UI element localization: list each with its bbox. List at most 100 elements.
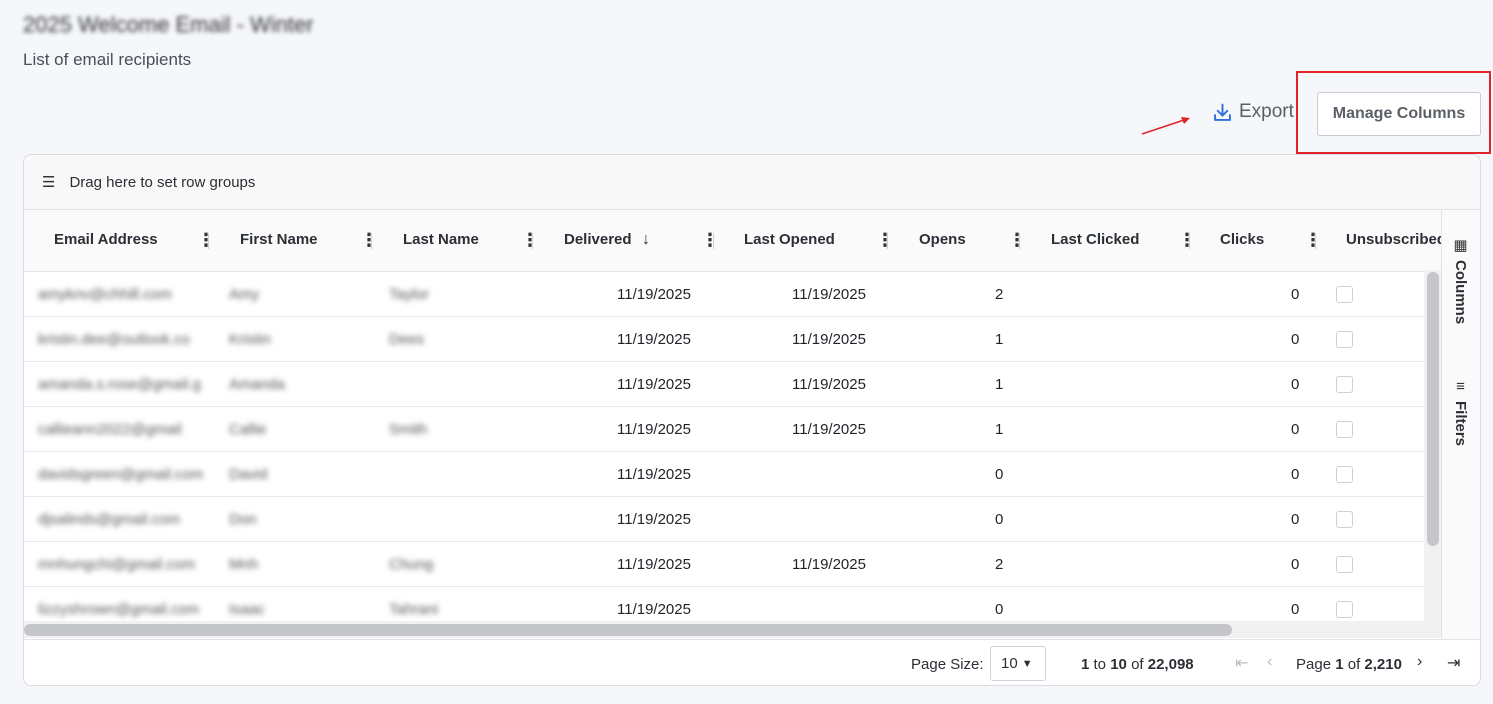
cell-opens: 1 (995, 376, 1004, 393)
side-panel: ▦ Columns ≡ Filters (1441, 210, 1480, 639)
horizontal-scrollbar-thumb[interactable] (24, 624, 1232, 636)
cell-first-name: Mnh (229, 556, 259, 573)
page-size-value: 10 (1001, 655, 1018, 672)
data-grid: ☰ Drag here to set row groups Email Addr… (23, 154, 1481, 686)
column-menu-icon[interactable]: ⋮ (521, 228, 538, 252)
vertical-scrollbar-thumb[interactable] (1427, 272, 1439, 546)
row-range-summary: 1 to 10 of 22,098 (1081, 656, 1194, 673)
last-page-icon[interactable]: ⇥ (1447, 653, 1460, 673)
cell-email: amanda.s.rose@gmail.g (38, 376, 201, 393)
column-header-last-name[interactable]: Last Name ⋮ (375, 210, 538, 272)
unsubscribed-checkbox[interactable] (1336, 286, 1353, 303)
column-header-clicks[interactable]: Clicks ⋮ (1194, 210, 1320, 272)
table-row[interactable]: amyknv@chhill.com Amy Taylor 11/19/2025 11/1… (24, 272, 1424, 317)
cell-delivered: 11/19/2025 (617, 331, 691, 348)
table-row[interactable]: djsalinds@gmail.com Don 11/19/2025 0 0 (24, 497, 1424, 542)
cell-opens: 1 (995, 421, 1004, 438)
side-tab-filters[interactable]: ≡ Filters (1452, 378, 1469, 446)
cell-first-name: Don (229, 511, 257, 528)
sort-descending-icon: ↓ (642, 231, 650, 248)
table-row[interactable]: kristin.dee@outlook.co Kristin Dees 11/19/2… (24, 317, 1424, 362)
column-header-label: Last Opened (744, 231, 835, 248)
cell-email: lizzyshrown@gmail.com (38, 601, 200, 618)
column-menu-icon[interactable]: ⋮ (1178, 228, 1194, 252)
cell-delivered: 11/19/2025 (617, 286, 691, 303)
next-page-icon[interactable]: › (1417, 653, 1422, 671)
cell-delivered: 11/19/2025 (617, 421, 691, 438)
cell-opens: 0 (995, 466, 1004, 483)
previous-page-icon[interactable]: ‹ (1267, 653, 1272, 671)
annotation-arrow (1141, 117, 1190, 135)
column-header-delivered[interactable]: Delivered ↓ ⋮ (538, 210, 718, 272)
column-header-unsubscribed[interactable]: Unsubscribed (1320, 210, 1441, 272)
column-header-label: Last Name (403, 231, 479, 248)
column-resize-handle[interactable] (208, 233, 209, 249)
cell-first-name: Callie (229, 421, 267, 438)
side-tab-columns-label: Columns (1452, 260, 1469, 325)
cell-delivered: 11/19/2025 (617, 556, 691, 573)
column-menu-icon[interactable]: ⋮ (360, 228, 375, 252)
column-header-first-name[interactable]: First Name ⋮ (212, 210, 375, 272)
column-header-email[interactable]: Email Address ⋮ (24, 210, 212, 272)
cell-last-opened: 11/19/2025 (792, 331, 866, 348)
column-header-label: Unsubscribed (1346, 231, 1441, 248)
column-header-label: Opens (919, 231, 966, 248)
cell-email: amyknv@chhill.com (38, 286, 172, 303)
cell-opens: 0 (995, 511, 1004, 528)
table-row[interactable]: amanda.s.rose@gmail.g Amanda 11/19/2025 11/… (24, 362, 1424, 407)
cell-clicks: 0 (1291, 466, 1300, 483)
column-header-opens[interactable]: Opens ⋮ (892, 210, 1023, 272)
column-menu-icon[interactable]: ⋮ (1304, 228, 1320, 252)
cell-email: davidsgreen@gmail.com (38, 466, 204, 483)
filter-icon: ≡ (1456, 378, 1465, 395)
page-title: 2025 Welcome Email - Winter (23, 12, 314, 37)
column-resize-handle[interactable] (1315, 233, 1316, 249)
cell-opens: 1 (995, 331, 1004, 348)
unsubscribed-checkbox[interactable] (1336, 556, 1353, 573)
vertical-scrollbar[interactable] (1424, 270, 1441, 638)
cell-clicks: 0 (1291, 376, 1300, 393)
column-header-last-clicked[interactable]: Last Clicked ⋮ (1023, 210, 1194, 272)
unsubscribed-checkbox[interactable] (1336, 511, 1353, 528)
page-indicator: Page 1 of 2,210 (1296, 656, 1402, 673)
cell-delivered: 11/19/2025 (617, 511, 691, 528)
column-header-last-opened[interactable]: Last Opened ⋮ (718, 210, 892, 272)
unsubscribed-checkbox[interactable] (1336, 376, 1353, 393)
column-resize-handle[interactable] (713, 233, 714, 249)
row-group-drop-zone[interactable]: ☰ Drag here to set row groups (24, 155, 1480, 210)
table-row[interactable]: callieann2022@gmail Callie Smith 11/19/2025… (24, 407, 1424, 452)
cell-first-name: David (229, 466, 268, 483)
column-header-label: Email Address (54, 231, 158, 248)
unsubscribed-checkbox[interactable] (1336, 331, 1353, 348)
horizontal-scrollbar[interactable] (24, 621, 1424, 638)
unsubscribed-checkbox[interactable] (1336, 421, 1353, 438)
column-resize-handle[interactable] (371, 233, 372, 249)
cell-last-opened: 11/19/2025 (792, 421, 866, 438)
column-resize-handle[interactable] (887, 233, 888, 249)
column-resize-handle[interactable] (1019, 233, 1020, 249)
cell-email: kristin.dee@outlook.co (38, 331, 190, 348)
cell-clicks: 0 (1291, 601, 1300, 618)
table-row[interactable]: mnhungchi@gmail.com Mnh Chung 11/19/2025 11/… (24, 542, 1424, 587)
unsubscribed-checkbox[interactable] (1336, 601, 1353, 618)
side-tab-columns[interactable]: ▦ Columns (1452, 236, 1469, 324)
download-icon (1214, 103, 1231, 121)
first-page-icon[interactable]: ⇤ (1235, 653, 1248, 673)
page-size-select[interactable]: 10 ▼ (990, 646, 1046, 681)
cell-email: djsalinds@gmail.com (38, 511, 180, 528)
cell-last-name: Smith (389, 421, 428, 438)
unsubscribed-checkbox[interactable] (1336, 466, 1353, 483)
column-menu-icon[interactable]: ⋮ (1008, 228, 1023, 252)
row-group-hint: Drag here to set row groups (69, 173, 256, 191)
cell-clicks: 0 (1291, 511, 1300, 528)
export-button[interactable]: Export (1212, 101, 1294, 123)
column-menu-icon[interactable]: ⋮ (876, 228, 892, 252)
column-resize-handle[interactable] (532, 233, 533, 249)
column-menu-icon[interactable]: ⋮ (701, 228, 718, 252)
header-row: Email Address ⋮ First Name ⋮ Last Name ⋮… (24, 210, 1441, 272)
column-menu-icon[interactable]: ⋮ (197, 228, 212, 252)
column-resize-handle[interactable] (1189, 233, 1190, 249)
table-row[interactable]: davidsgreen@gmail.com David 11/19/2025 0 0 (24, 452, 1424, 497)
cell-delivered: 11/19/2025 (617, 376, 691, 393)
manage-columns-button[interactable]: Manage Columns (1317, 92, 1481, 136)
